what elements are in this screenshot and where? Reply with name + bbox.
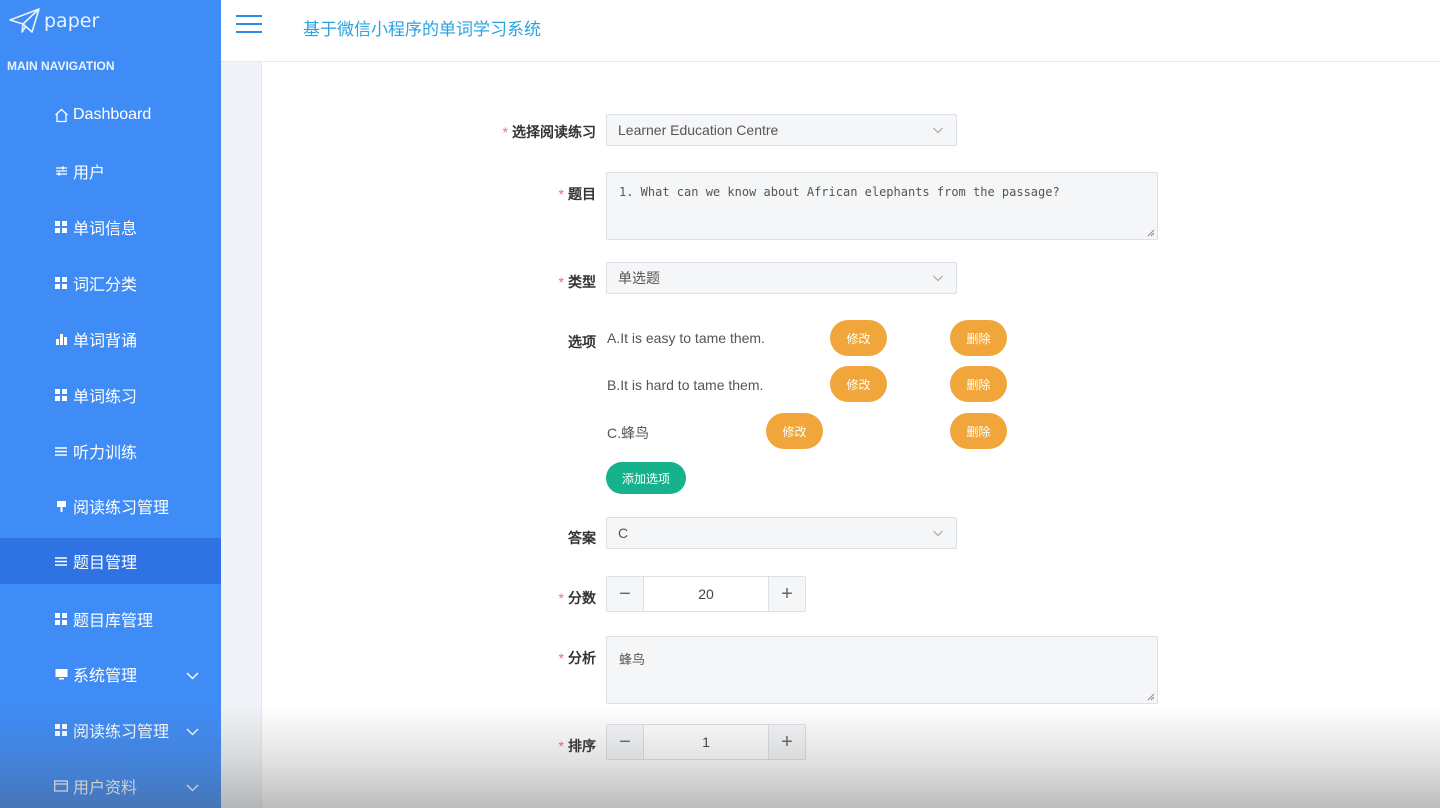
score-label: * 分数 bbox=[558, 590, 596, 606]
pin-icon bbox=[53, 498, 69, 514]
minus-icon[interactable]: − bbox=[607, 725, 644, 759]
content-gutter bbox=[221, 62, 262, 808]
reading-select-label: * 选择阅读练习 bbox=[502, 124, 596, 140]
sidebar-item-dashboard[interactable]: Dashboard bbox=[0, 92, 221, 138]
sidebar-item-label: 听力训练 bbox=[73, 445, 138, 462]
list-icon bbox=[53, 553, 69, 569]
card-icon bbox=[53, 778, 69, 794]
answer-label: 答案 bbox=[568, 530, 596, 546]
add-option-button[interactable]: 添加选项 bbox=[606, 462, 686, 494]
type-select[interactable]: 单选题 bbox=[606, 262, 957, 294]
grid-icon bbox=[53, 275, 69, 291]
option-c-edit-button[interactable]: 修改 bbox=[766, 413, 823, 449]
question-label: * 题目 bbox=[558, 186, 596, 202]
grid-icon bbox=[53, 611, 69, 627]
type-select-value: 单选题 bbox=[618, 270, 660, 286]
order-stepper[interactable]: − 1 + bbox=[606, 724, 806, 760]
plus-icon[interactable]: + bbox=[768, 725, 805, 759]
home-icon bbox=[53, 107, 69, 123]
analysis-text: 蜂鸟 bbox=[619, 652, 646, 667]
sidebar-item-users[interactable]: 用户 bbox=[0, 148, 221, 194]
reading-select-value: Learner Education Centre bbox=[618, 122, 779, 138]
option-a-delete-button[interactable]: 删除 bbox=[950, 320, 1007, 356]
analysis-textarea[interactable]: 蜂鸟 bbox=[606, 636, 1158, 704]
plus-icon[interactable]: + bbox=[768, 577, 805, 611]
option-c-delete-button[interactable]: 删除 bbox=[950, 413, 1007, 449]
score-value[interactable]: 20 bbox=[644, 577, 768, 611]
sidebar-item-question-bank[interactable]: 题目库管理 bbox=[0, 596, 221, 642]
bar-chart-icon bbox=[53, 331, 69, 347]
hamburger-menu-icon[interactable] bbox=[236, 15, 262, 35]
sidebar-item-reading-manage-2[interactable]: 阅读练习管理 bbox=[0, 707, 221, 753]
sidebar-item-system-manage[interactable]: 系统管理 bbox=[0, 651, 221, 697]
minus-icon[interactable]: − bbox=[607, 577, 644, 611]
sidebar-item-label: 题目库管理 bbox=[73, 613, 154, 630]
grid-icon bbox=[53, 722, 69, 738]
option-c-text: C.蜂鸟 bbox=[607, 425, 649, 441]
option-a-text: A.It is easy to tame them. bbox=[607, 330, 765, 346]
question-textarea[interactable]: 1. What can we know about African elepha… bbox=[606, 172, 1158, 240]
sidebar-item-label: 阅读练习管理 bbox=[73, 500, 170, 517]
options-label: 选项 bbox=[568, 334, 596, 350]
sidebar-item-question-manage[interactable]: 题目管理 bbox=[0, 538, 255, 584]
sidebar-item-label: 用户资料 bbox=[73, 780, 138, 797]
sidebar-item-vocab-category[interactable]: 词汇分类 bbox=[0, 260, 221, 306]
chevron-down-icon bbox=[186, 779, 199, 797]
nav-section-title: MAIN NAVIGATION bbox=[7, 59, 115, 73]
question-text: 1. What can we know about African elepha… bbox=[619, 185, 1060, 199]
answer-select-value: C bbox=[618, 525, 629, 541]
option-b-text: B.It is hard to tame them. bbox=[607, 377, 764, 393]
sidebar-item-label: 阅读练习管理 bbox=[73, 724, 170, 741]
brand-logo[interactable]: paper bbox=[8, 6, 99, 36]
option-b-delete-button[interactable]: 删除 bbox=[950, 366, 1007, 402]
sidebar-item-word-recite[interactable]: 单词背诵 bbox=[0, 316, 221, 362]
sidebar-item-word-info[interactable]: 单词信息 bbox=[0, 204, 221, 250]
sidebar-item-word-practice[interactable]: 单词练习 bbox=[0, 372, 221, 418]
monitor-icon bbox=[53, 666, 69, 682]
chevron-down-icon bbox=[933, 530, 943, 537]
option-b-edit-button[interactable]: 修改 bbox=[830, 366, 887, 402]
sidebar-item-user-profile[interactable]: 用户资料 bbox=[0, 763, 221, 808]
analysis-label: * 分析 bbox=[558, 650, 596, 666]
chevron-down-icon bbox=[186, 723, 199, 741]
score-stepper[interactable]: − 20 + bbox=[606, 576, 806, 612]
resize-handle-icon[interactable] bbox=[1147, 229, 1155, 237]
sidebar-item-label: 用户 bbox=[73, 165, 106, 182]
sidebar-item-reading-manage[interactable]: 阅读练习管理 bbox=[0, 483, 221, 529]
sidebar-item-label: 系统管理 bbox=[73, 668, 138, 685]
chevron-down-icon bbox=[186, 667, 199, 685]
paper-plane-icon bbox=[9, 8, 40, 33]
brand-name: paper bbox=[44, 10, 100, 32]
sidebar-item-label: Dashboard bbox=[73, 106, 152, 123]
sidebar-item-label: 单词背诵 bbox=[73, 333, 138, 350]
sliders-icon bbox=[53, 163, 69, 179]
resize-handle-icon[interactable] bbox=[1147, 693, 1155, 701]
sidebar: paper MAIN NAVIGATION Dashboard 用户 单词信息 … bbox=[0, 0, 255, 808]
order-value[interactable]: 1 bbox=[644, 725, 768, 759]
chevron-down-icon bbox=[933, 275, 943, 282]
reading-select[interactable]: Learner Education Centre bbox=[606, 114, 957, 146]
list-icon bbox=[53, 443, 69, 459]
grid-icon bbox=[53, 219, 69, 235]
order-label: * 排序 bbox=[558, 738, 596, 754]
sidebar-item-label: 题目管理 bbox=[73, 555, 138, 572]
sidebar-item-listening[interactable]: 听力训练 bbox=[0, 428, 221, 474]
chevron-down-icon bbox=[933, 127, 943, 134]
page-title: 基于微信小程序的单词学习系统 bbox=[303, 20, 541, 39]
option-a-edit-button[interactable]: 修改 bbox=[830, 320, 887, 356]
answer-select[interactable]: C bbox=[606, 517, 957, 549]
sidebar-item-label: 词汇分类 bbox=[73, 277, 138, 294]
type-label: * 类型 bbox=[558, 274, 596, 290]
sidebar-item-label: 单词练习 bbox=[73, 389, 138, 406]
grid-icon bbox=[53, 387, 69, 403]
sidebar-item-label: 单词信息 bbox=[73, 221, 138, 238]
top-header: 基于微信小程序的单词学习系统 bbox=[221, 0, 1440, 62]
